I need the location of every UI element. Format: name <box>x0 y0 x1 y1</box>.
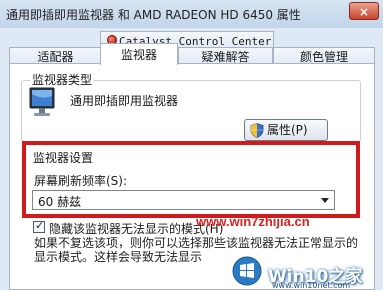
tab-label: 适配器 <box>37 50 74 64</box>
shield-icon <box>250 123 264 138</box>
properties-button[interactable]: 属性(P) <box>244 119 328 141</box>
watermark-site-url: www.win10net.com <box>272 281 351 290</box>
refresh-rate-value: 60 赫兹 <box>38 195 82 209</box>
close-button[interactable]: × <box>349 2 379 20</box>
watermark-url: www.win7zhijia.cn <box>196 214 310 229</box>
refresh-rate-select[interactable]: 60 赫兹 <box>32 190 335 210</box>
title-bar: 通用即插即用监视器 和 AMD RADEON HD 6450 属性 × <box>0 0 383 29</box>
window-title: 通用即插即用监视器 和 AMD RADEON HD 6450 属性 <box>6 8 301 22</box>
tab-label: 疑难解答 <box>201 50 250 64</box>
monitor-icon <box>29 87 55 116</box>
monitor-name: 通用即插即用监视器 <box>70 94 179 108</box>
tab-label: 颜色管理 <box>299 50 348 64</box>
tab-monitor[interactable]: 监视器 <box>100 43 178 65</box>
checkmark-icon: ✓ <box>35 219 45 232</box>
chevron-down-icon[interactable] <box>321 198 329 203</box>
monitor-settings-legend: 监视器设置 <box>33 151 94 165</box>
tab-label: 监视器 <box>120 48 157 62</box>
refresh-rate-label: 屏幕刷新频率(S): <box>34 174 128 188</box>
help-text-line: 显示模式。这样会导致无法显示 <box>34 250 203 264</box>
properties-button-label: 属性(P) <box>267 123 308 137</box>
windows-logo-icon <box>232 256 262 286</box>
hide-modes-checkbox[interactable]: ✓ <box>33 219 45 233</box>
